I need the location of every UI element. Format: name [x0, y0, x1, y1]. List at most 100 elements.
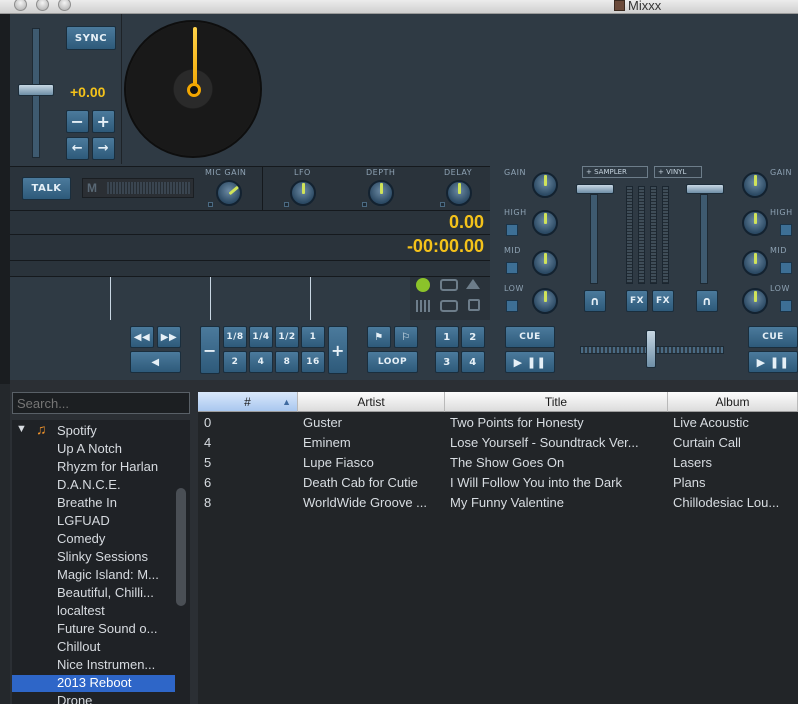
gain-knob-right[interactable] — [742, 172, 768, 198]
cue-button-left[interactable]: CUE — [505, 326, 555, 348]
eject-icon[interactable] — [466, 279, 480, 289]
sidebar-item[interactable]: Chillout — [57, 639, 100, 654]
volume-fader-right-handle[interactable] — [686, 184, 724, 194]
low-knob-left[interactable] — [532, 288, 558, 314]
loop-size-1-2[interactable]: 1/2 — [275, 326, 299, 348]
low-kill-left[interactable] — [506, 300, 518, 312]
mid-knob-right[interactable] — [742, 250, 768, 276]
sidebar-item[interactable]: Breathe In — [57, 495, 117, 510]
sidebar-scrollbar[interactable] — [176, 488, 186, 606]
loop-size-2[interactable]: 2 — [223, 351, 247, 373]
sidebar-item[interactable]: Beautiful, Chilli... — [57, 585, 154, 600]
mid-kill-left[interactable] — [506, 262, 518, 274]
mid-knob-left[interactable] — [532, 250, 558, 276]
depth-knob[interactable] — [368, 180, 394, 206]
loop-out-button[interactable]: ⚐ — [394, 326, 418, 348]
expand-triangle-icon[interactable]: ▼ — [16, 423, 27, 435]
low-kill-right[interactable] — [780, 300, 792, 312]
sidebar-item[interactable]: LGFUAD — [57, 513, 110, 528]
loop-size-1[interactable]: 1 — [301, 326, 325, 348]
table-row[interactable]: 5 Lupe Fiasco The Show Goes On Lasers — [198, 453, 798, 473]
sidebar-root-spotify[interactable]: Spotify — [57, 423, 97, 438]
column-header-title[interactable]: Title — [445, 392, 668, 412]
close-window-button[interactable] — [14, 0, 27, 11]
fx-button-right[interactable]: FX — [652, 290, 674, 312]
nudge-left-button[interactable]: ← — [66, 137, 89, 160]
mid-kill-right[interactable] — [780, 262, 792, 274]
library-sidebar[interactable]: ▼ ♫ Spotify Up A Notch Rhyzm for Harlan … — [12, 420, 190, 704]
headphone-cue-left[interactable]: ∩ — [584, 290, 606, 312]
hotcue-1[interactable]: 1 — [435, 326, 459, 348]
key-lock-icon[interactable] — [416, 278, 430, 292]
sidebar-item[interactable]: localtest — [57, 603, 105, 618]
sampler-toggle[interactable]: + SAMPLER — [582, 166, 648, 178]
talk-button[interactable]: TALK — [22, 177, 71, 200]
hotcue-3[interactable]: 3 — [435, 351, 459, 373]
loop-double-button[interactable]: + — [328, 326, 348, 374]
sidebar-item[interactable]: Up A Notch — [57, 441, 122, 456]
column-header-artist[interactable]: Artist — [298, 392, 445, 412]
sidebar-item[interactable]: Slinky Sessions — [57, 549, 148, 564]
volume-fader-left-handle[interactable] — [576, 184, 614, 194]
waveform-overview[interactable] — [10, 276, 410, 320]
repeat-icon[interactable] — [440, 279, 458, 291]
gain-knob-left[interactable] — [532, 172, 558, 198]
volume-fader-left[interactable] — [590, 194, 598, 284]
sidebar-item-selected[interactable]: 2013 Reboot — [57, 675, 131, 690]
sync-button[interactable]: SYNC — [66, 26, 116, 50]
rewind-button[interactable]: ◀◀ — [130, 326, 154, 348]
lfo-reset[interactable] — [284, 202, 289, 207]
mic-gain-reset[interactable] — [208, 202, 213, 207]
cue-button-right[interactable]: CUE — [748, 326, 798, 348]
lock-icon[interactable] — [468, 299, 480, 311]
loop-button[interactable]: LOOP — [367, 351, 418, 373]
pitch-slider-handle[interactable] — [18, 84, 54, 96]
nudge-right-button[interactable]: → — [92, 137, 115, 160]
vinyl-widget[interactable] — [124, 20, 264, 160]
sidebar-item[interactable]: Magic Island: M... — [57, 567, 159, 582]
high-kill-left[interactable] — [506, 224, 518, 236]
fx-button-left[interactable]: FX — [626, 290, 648, 312]
high-knob-left[interactable] — [532, 210, 558, 236]
vinyl-platter[interactable] — [124, 20, 262, 158]
loop-in-button[interactable]: ⚑ — [367, 326, 391, 348]
pitch-plus-button[interactable]: + — [92, 110, 115, 133]
lfo-knob[interactable] — [290, 180, 316, 206]
high-knob-right[interactable] — [742, 210, 768, 236]
loop-size-8[interactable]: 8 — [275, 351, 299, 373]
hotcue-2[interactable]: 2 — [461, 326, 485, 348]
loop-size-4[interactable]: 4 — [249, 351, 273, 373]
hotcue-4[interactable]: 4 — [461, 351, 485, 373]
crossfader-handle[interactable] — [646, 330, 656, 368]
loop-halve-button[interactable]: − — [200, 326, 220, 374]
headphone-cue-right[interactable]: ∩ — [696, 290, 718, 312]
high-kill-right[interactable] — [780, 224, 792, 236]
mic-gain-knob[interactable] — [216, 180, 242, 206]
pitch-minus-button[interactable]: − — [66, 110, 89, 133]
sidebar-item[interactable]: Comedy — [57, 531, 105, 546]
table-row[interactable]: 6 Death Cab for Cutie I Will Follow You … — [198, 473, 798, 493]
column-header-album[interactable]: Album — [668, 392, 798, 412]
minimize-window-button[interactable] — [36, 0, 49, 11]
loop-size-1-4[interactable]: 1/4 — [249, 326, 273, 348]
table-row[interactable]: 0 Guster Two Points for Honesty Live Aco… — [198, 413, 798, 433]
fast-forward-button[interactable]: ▶▶ — [157, 326, 181, 348]
loop-size-16[interactable]: 16 — [301, 351, 325, 373]
sidebar-item[interactable]: Drone — [57, 693, 92, 704]
library-splitter[interactable] — [190, 392, 198, 704]
quantize-icon[interactable] — [440, 300, 458, 312]
sidebar-item[interactable]: Future Sound o... — [57, 621, 157, 636]
loop-size-1-8[interactable]: 1/8 — [223, 326, 247, 348]
delay-reset[interactable] — [440, 202, 445, 207]
table-row[interactable]: 8 WorldWide Groove ... My Funny Valentin… — [198, 493, 798, 513]
sidebar-item[interactable]: Rhyzm for Harlan — [57, 459, 158, 474]
sidebar-item[interactable]: D.A.N.C.E. — [57, 477, 121, 492]
vinyl-toggle[interactable]: + VINYL — [654, 166, 702, 178]
play-pause-button-left[interactable]: ▶ ❚❚ — [505, 351, 555, 373]
zoom-window-button[interactable] — [58, 0, 71, 11]
delay-knob[interactable] — [446, 180, 472, 206]
low-knob-right[interactable] — [742, 288, 768, 314]
table-row[interactable]: 4 Eminem Lose Yourself - Soundtrack Ver.… — [198, 433, 798, 453]
beatgrid-icon[interactable] — [416, 300, 430, 312]
volume-fader-right[interactable] — [700, 194, 708, 284]
